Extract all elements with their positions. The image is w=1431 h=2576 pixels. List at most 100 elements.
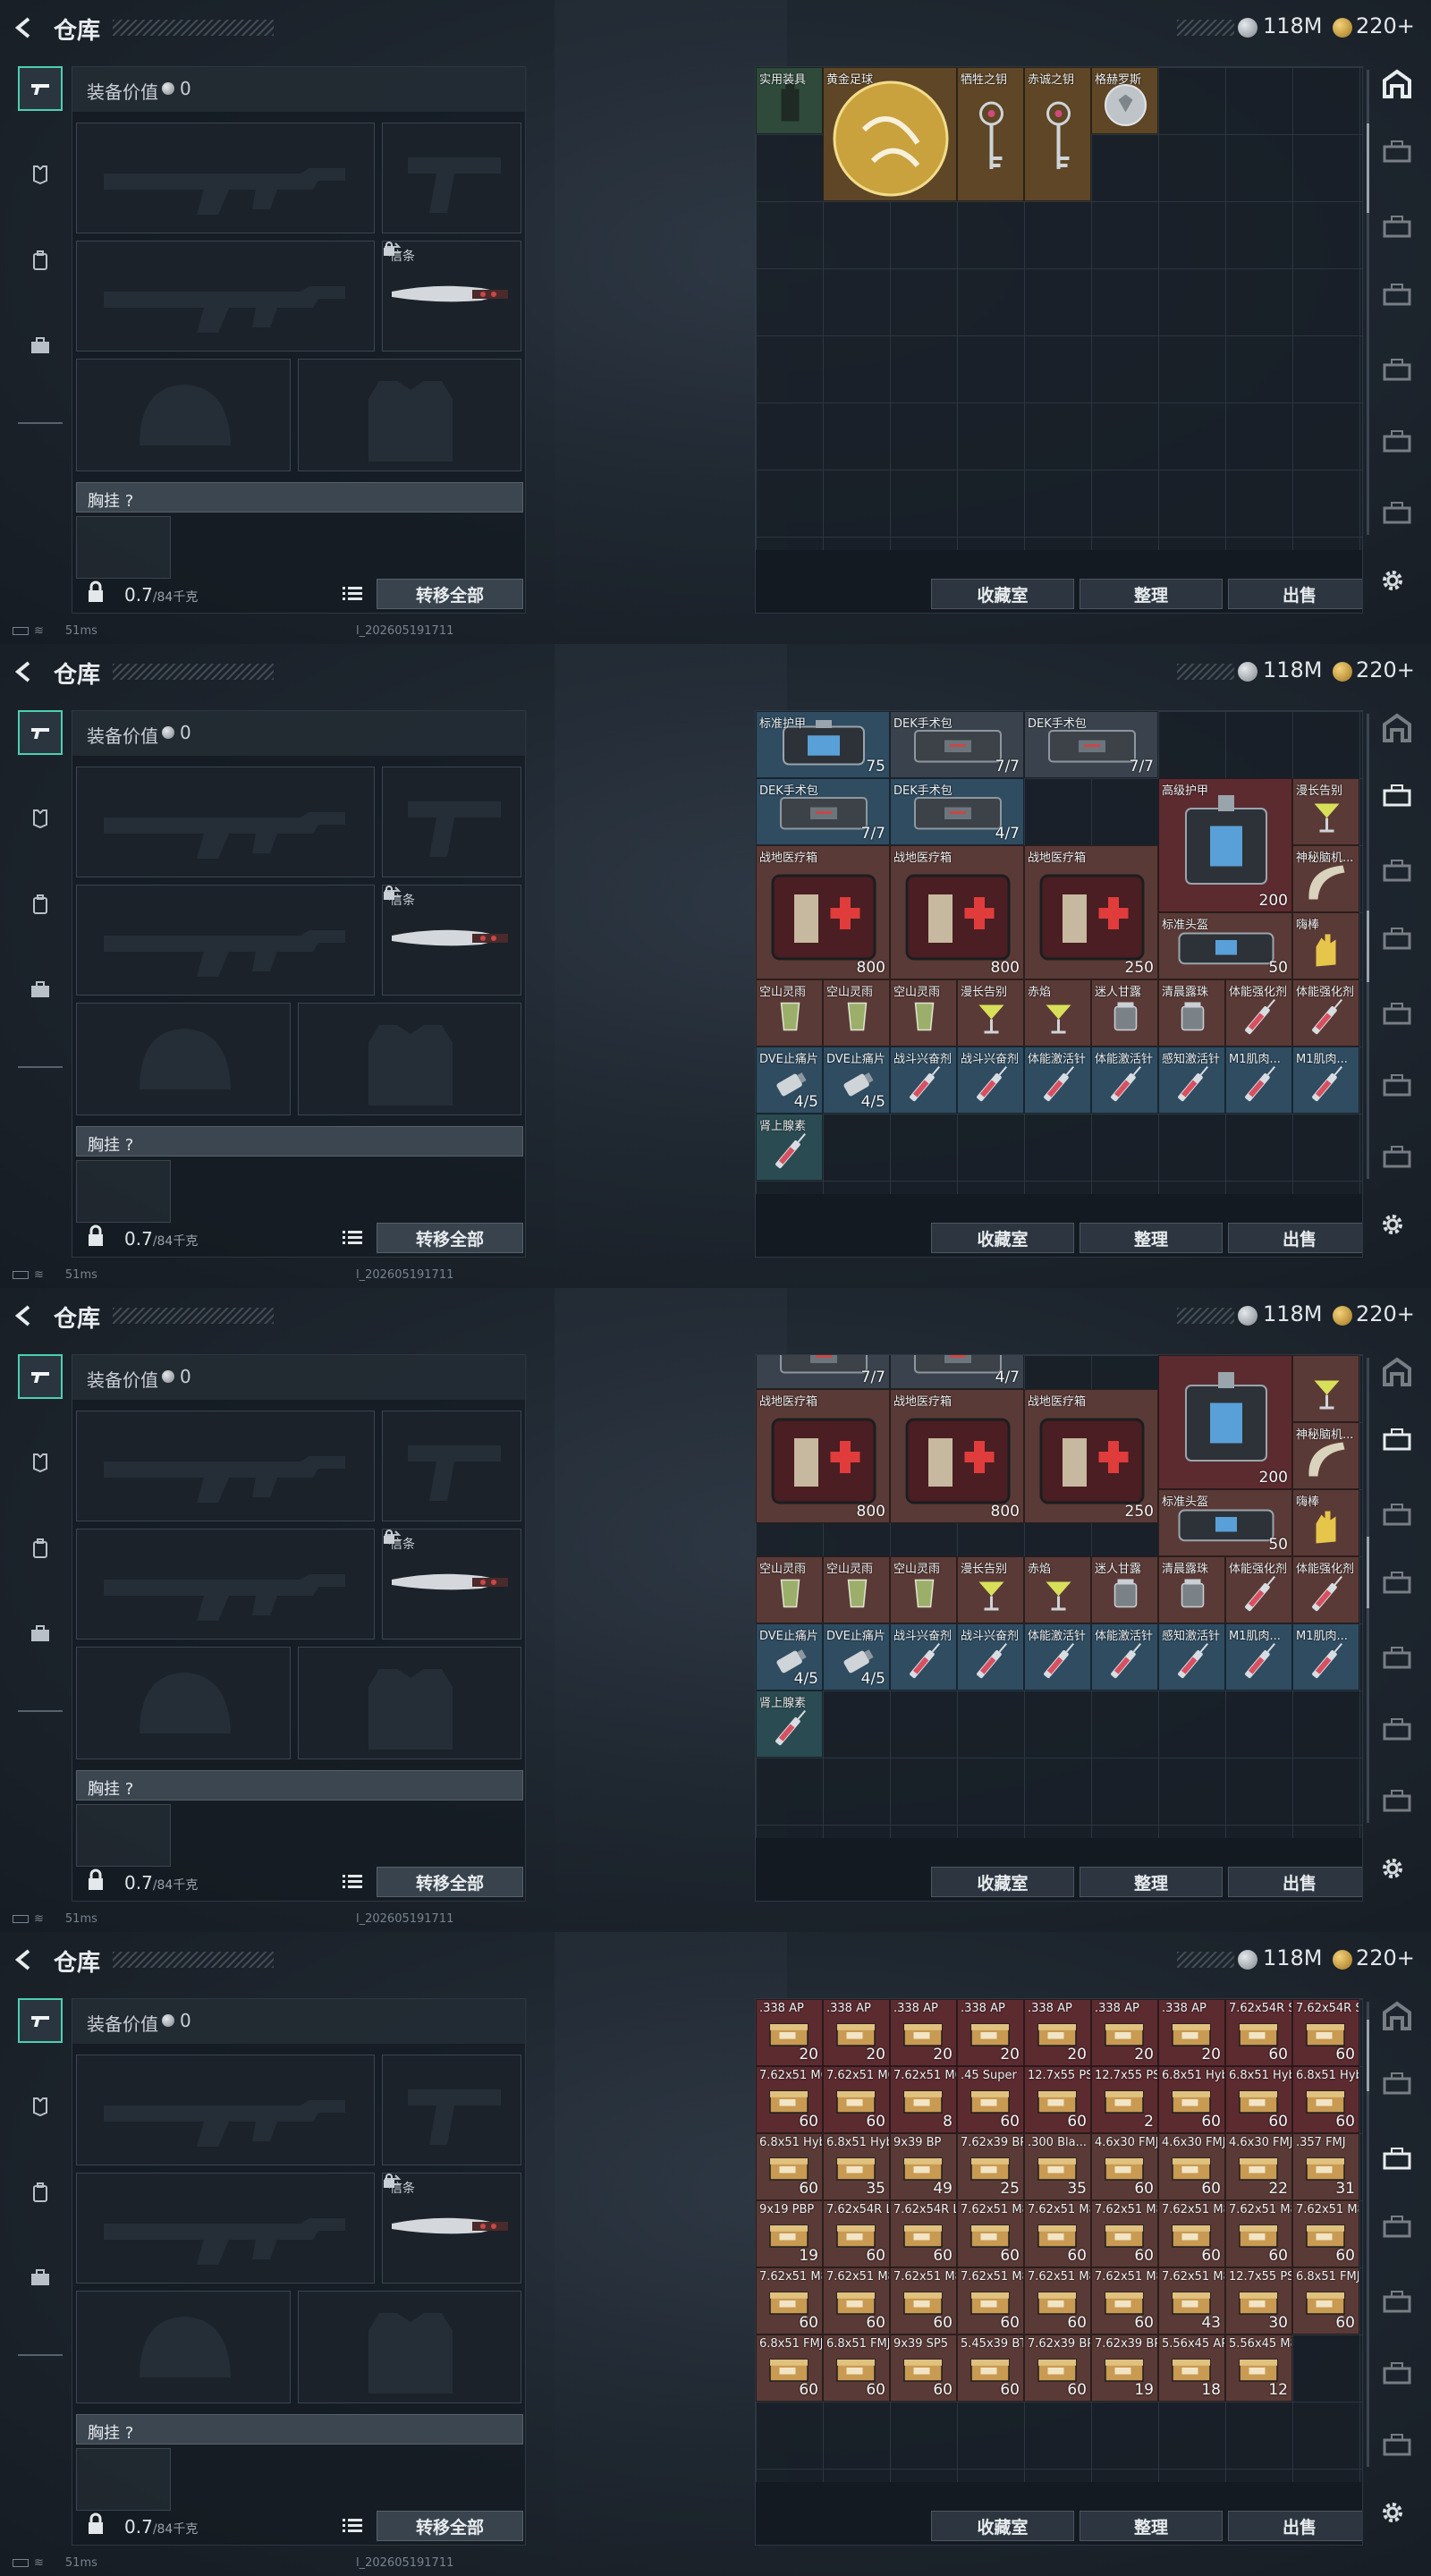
storage-item[interactable]: 标准头盔 50: [1158, 1489, 1292, 1556]
storage-item[interactable]: 5.56x45 AP 18: [1158, 2334, 1225, 2402]
tab-case[interactable]: [18, 324, 63, 369]
primary-weapon-slot[interactable]: [76, 1411, 375, 1521]
storage-item[interactable]: [1292, 1355, 1359, 1422]
storage-page-tab[interactable]: [1377, 66, 1417, 102]
storage-item[interactable]: .300 Bla... BlackOut 35: [1024, 2133, 1091, 2200]
list-icon[interactable]: [343, 586, 362, 602]
tab-case[interactable]: [18, 968, 63, 1013]
chest-rig-slot[interactable]: [76, 1160, 171, 1223]
storage-item[interactable]: M1肌肉...: [1292, 1046, 1359, 1114]
sidearm-slot[interactable]: [382, 767, 521, 877]
move-all-button[interactable]: 转移全部: [377, 1867, 523, 1897]
storage-item[interactable]: 战地医疗箱 800: [756, 1388, 890, 1523]
storage-item[interactable]: 200: [1158, 1355, 1292, 1489]
tab-weapons[interactable]: [18, 1354, 63, 1399]
storage-page-tab[interactable]: [1377, 134, 1417, 170]
tab-case[interactable]: [18, 2256, 63, 2301]
storage-page-tab[interactable]: [1377, 1784, 1417, 1819]
storage-item[interactable]: 9x19 PBP 19: [756, 2200, 823, 2267]
melee-slot[interactable]: 信条: [382, 1529, 521, 1640]
chest-rig-slot[interactable]: [76, 1804, 171, 1867]
storage-item[interactable]: 体能强化剂: [1292, 979, 1359, 1046]
collection-button[interactable]: 收藏室: [931, 1223, 1074, 1253]
storage-item[interactable]: 清晨露珠: [1158, 1556, 1225, 1623]
storage-item[interactable]: 7.62x51 M80 60: [890, 2267, 957, 2334]
storage-page-tab[interactable]: [1377, 2428, 1417, 2463]
storage-item[interactable]: DEK手术包 7/7: [890, 711, 1024, 778]
storage-page-tab[interactable]: [1377, 1422, 1417, 1458]
move-all-button[interactable]: 转移全部: [377, 579, 523, 609]
helmet-slot[interactable]: [76, 359, 291, 471]
primary-weapon-slot[interactable]: [76, 767, 375, 877]
collection-button[interactable]: 收藏室: [931, 2511, 1074, 2541]
storage-item[interactable]: DVE止痛片 4/5: [756, 1046, 823, 1114]
storage-page-tab[interactable]: [1377, 1565, 1417, 1601]
storage-item[interactable]: 肾上腺素: [756, 1690, 823, 1758]
storage-item[interactable]: 标准护甲 75: [756, 711, 890, 778]
storage-item[interactable]: 战斗兴奋剂: [957, 1046, 1024, 1114]
tab-backpack[interactable]: [18, 882, 63, 927]
storage-item[interactable]: 迷人甘露: [1091, 1556, 1158, 1623]
storage-item[interactable]: .338 AP 20: [823, 1999, 890, 2066]
storage-item[interactable]: 7.62x51 M62 60: [756, 2066, 823, 2133]
storage-item[interactable]: 战地医疗箱 800: [756, 845, 890, 979]
sell-button[interactable]: 出售: [1228, 2511, 1362, 2541]
storage-item[interactable]: 12.7x55 PS12B 60: [1024, 2066, 1091, 2133]
storage-page-tab[interactable]: [1377, 277, 1417, 313]
storage-item[interactable]: 4.6x30 FMJ SX 22: [1225, 2133, 1292, 2200]
storage-item[interactable]: 4.6x30 FMJ SX 60: [1091, 2133, 1158, 2200]
storage-item[interactable]: 7.62x54R LPS 60: [823, 2200, 890, 2267]
storage-page-tab[interactable]: [1377, 2066, 1417, 2102]
storage-item[interactable]: 漫长告别: [1292, 778, 1359, 845]
storage-item[interactable]: 7.62x51 M62 8: [890, 2066, 957, 2133]
storage-item[interactable]: 7.62x39 BP 19: [1091, 2334, 1158, 2402]
storage-item[interactable]: 7/7: [756, 1355, 890, 1389]
storage-item[interactable]: 7.62x51 M80 60: [957, 2200, 1024, 2267]
chest-rig-slot[interactable]: [76, 516, 171, 579]
storage-page-tab[interactable]: [1377, 853, 1417, 889]
storage-item[interactable]: .338 AP 20: [1158, 1999, 1225, 2066]
storage-item[interactable]: 体能激活针: [1091, 1046, 1158, 1114]
sort-button[interactable]: 整理: [1080, 1223, 1223, 1253]
storage-page-tab[interactable]: [1377, 2141, 1417, 2177]
back-arrow-icon[interactable]: [13, 659, 38, 684]
list-icon[interactable]: [343, 1230, 362, 1246]
helmet-slot[interactable]: [76, 2291, 291, 2403]
storage-item[interactable]: DEK手术包 7/7: [756, 778, 890, 845]
storage-item[interactable]: 7.62x51 M80 60: [957, 2267, 1024, 2334]
sort-button[interactable]: 整理: [1080, 2511, 1223, 2541]
storage-item[interactable]: .357 FMJ 31: [1292, 2133, 1359, 2200]
storage-item[interactable]: 6.8x51 FMJ 60: [1292, 2267, 1359, 2334]
storage-item[interactable]: 嗨棒: [1292, 1489, 1359, 1556]
storage-page-tab[interactable]: [1377, 1497, 1417, 1533]
storage-item[interactable]: 漫长告别: [957, 1556, 1024, 1623]
gear-icon[interactable]: [1379, 1855, 1406, 1882]
storage-item[interactable]: 6.8x51 FMJ 60: [823, 2334, 890, 2402]
storage-item[interactable]: 7.62x51 M80 43: [1158, 2267, 1225, 2334]
storage-page-tab[interactable]: [1377, 209, 1417, 245]
storage-item[interactable]: 12.7x55 PS12 30: [1225, 2267, 1292, 2334]
storage-item[interactable]: 7.62x51 M80 60: [1225, 2200, 1292, 2267]
primary-weapon-slot[interactable]: [76, 2055, 375, 2165]
storage-item[interactable]: 5.56x45 M855A1 12: [1225, 2334, 1292, 2402]
collection-button[interactable]: 收藏室: [931, 579, 1074, 609]
back-arrow-icon[interactable]: [13, 1947, 38, 1972]
tab-backpack[interactable]: [18, 238, 63, 283]
storage-page-tab[interactable]: [1377, 996, 1417, 1032]
back-arrow-icon[interactable]: [13, 1303, 38, 1328]
storage-page-tab[interactable]: [1377, 1640, 1417, 1676]
melee-slot[interactable]: 信条: [382, 885, 521, 996]
move-all-button[interactable]: 转移全部: [377, 1223, 523, 1253]
sidearm-slot[interactable]: [382, 123, 521, 233]
storage-item[interactable]: 空山灵雨: [823, 1556, 890, 1623]
sidearm-slot[interactable]: [382, 1411, 521, 1521]
storage-item[interactable]: 战斗兴奋剂: [890, 1046, 957, 1114]
tab-weapons[interactable]: [18, 66, 63, 111]
storage-item[interactable]: 黄金足球: [823, 67, 957, 201]
storage-item[interactable]: 空山灵雨: [890, 979, 957, 1046]
storage-item[interactable]: 7.62x51 M80 60: [756, 2267, 823, 2334]
storage-page-tab[interactable]: [1377, 2356, 1417, 2392]
helmet-slot[interactable]: [76, 1003, 291, 1115]
storage-item[interactable]: DEK手术包 4/7: [890, 778, 1024, 845]
storage-page-tab[interactable]: [1377, 2209, 1417, 2245]
